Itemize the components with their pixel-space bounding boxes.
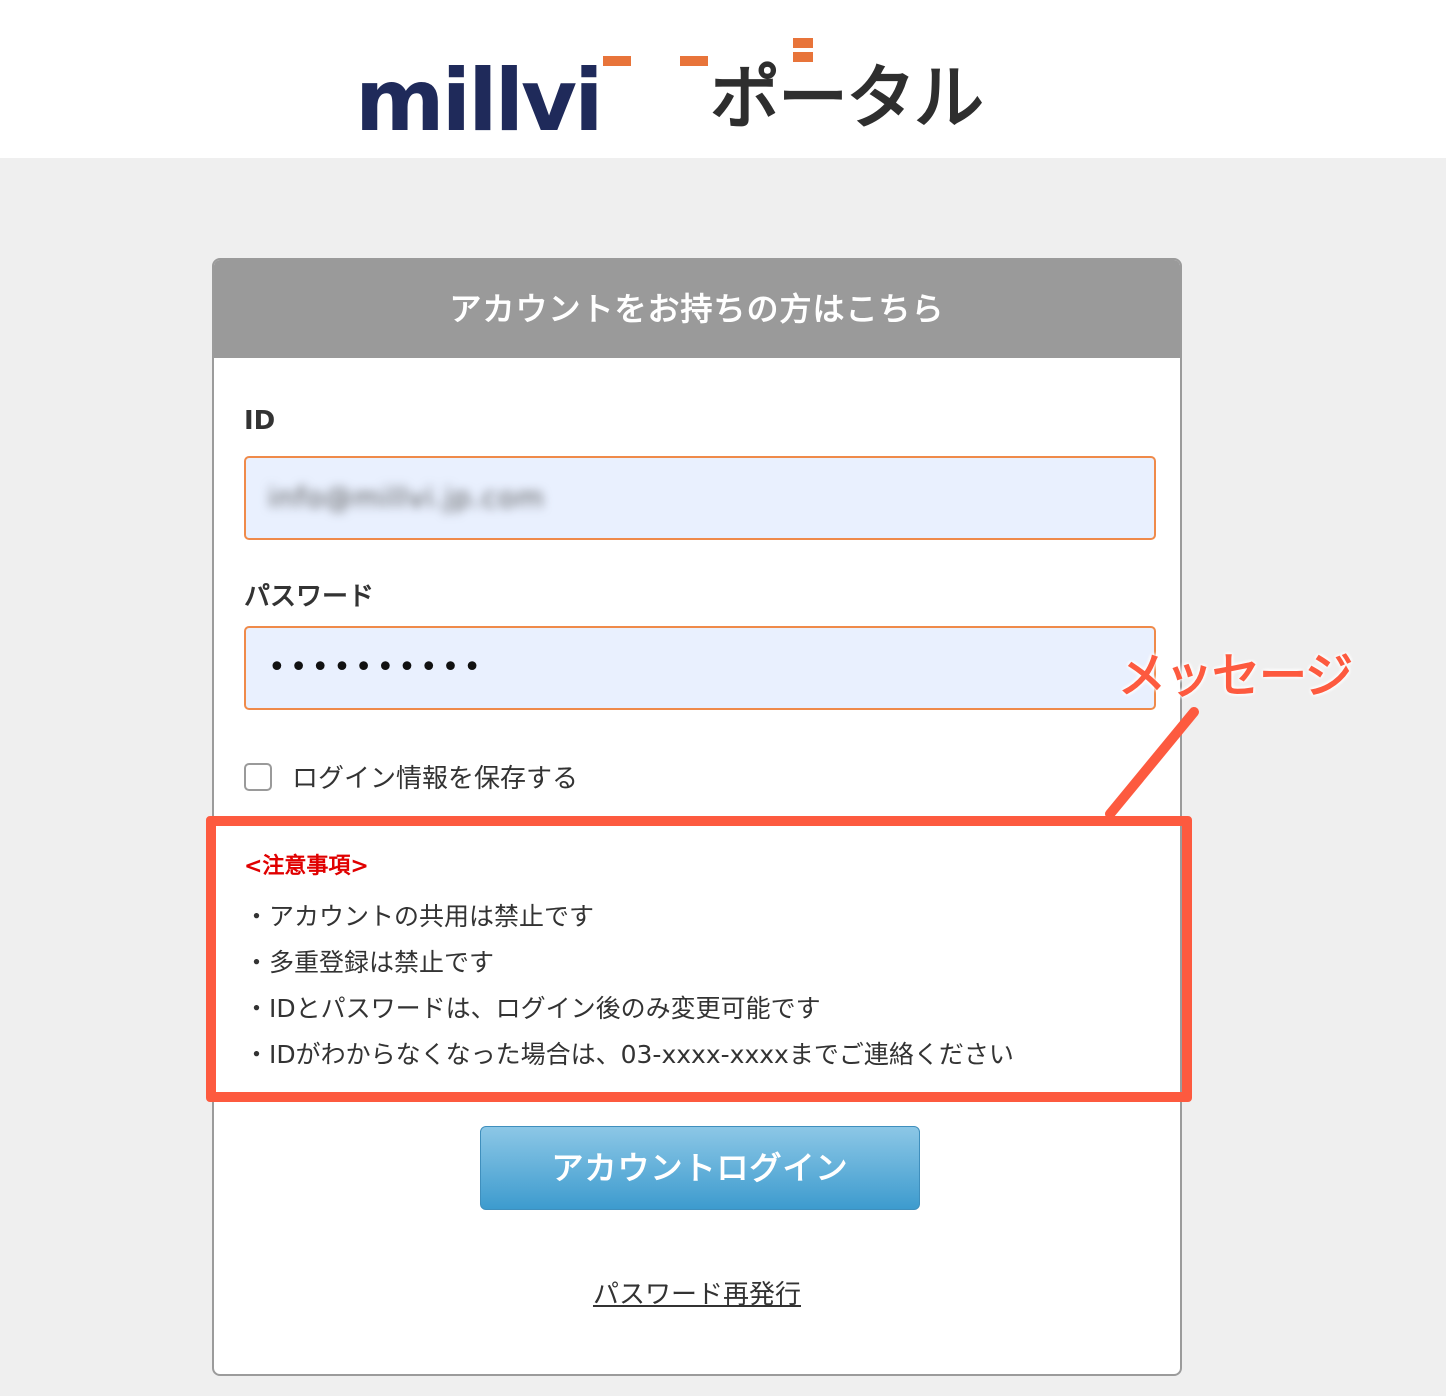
- password-reissue-link[interactable]: パスワード再発行: [214, 1274, 1180, 1311]
- id-input[interactable]: info@millvi.jp.com: [244, 456, 1156, 540]
- id-label: ID: [244, 406, 276, 436]
- remember-checkbox[interactable]: [244, 762, 272, 791]
- site-header: millvi ポータル: [0, 0, 1446, 158]
- logo-kana: ポータル: [710, 57, 984, 139]
- annotation-highlight-box: [206, 816, 1192, 1102]
- password-label: パスワード: [244, 582, 375, 612]
- password-input[interactable]: ••••••••••: [244, 626, 1156, 710]
- logo-word: millvi: [355, 51, 604, 151]
- annotation-label: メッセージ: [1118, 648, 1353, 704]
- remember-label: ログイン情報を保存する: [292, 764, 579, 794]
- millvi-portal-logo[interactable]: millvi ポータル: [355, 30, 995, 144]
- account-login-button[interactable]: アカウントログイン: [480, 1126, 920, 1210]
- card-title: アカウントをお持ちの方はこちら: [214, 260, 1180, 358]
- id-value: info@millvi.jp.com: [268, 481, 545, 514]
- password-value: ••••••••••: [268, 650, 485, 685]
- remember-login[interactable]: ログイン情報を保存する: [244, 758, 578, 795]
